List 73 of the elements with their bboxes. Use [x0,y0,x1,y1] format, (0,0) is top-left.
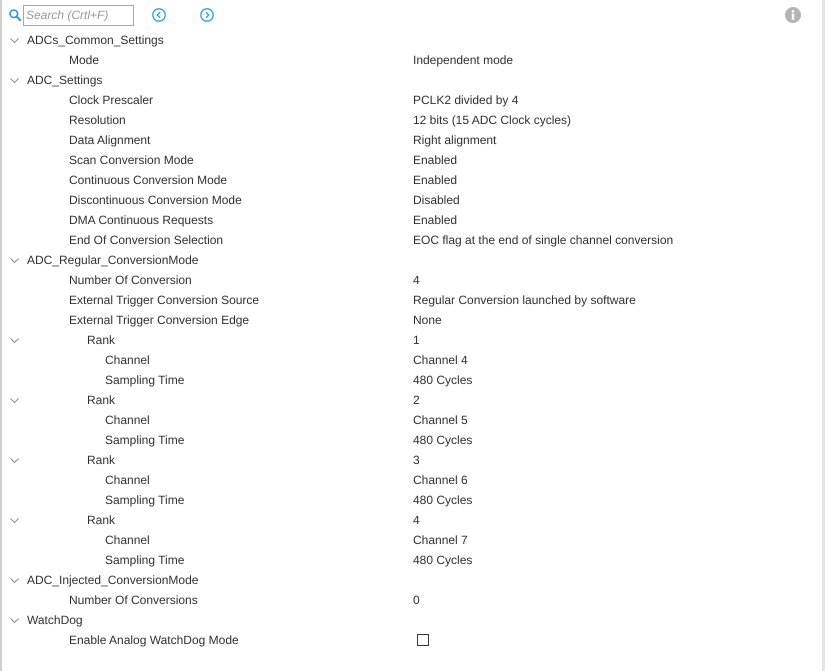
property-name: Clock Prescaler [69,92,154,108]
property-name: Channel [105,532,150,548]
chevron-down-icon[interactable] [10,398,19,402]
property-name: Scan Conversion Mode [69,152,194,168]
chevron-down-icon[interactable] [10,38,19,42]
property-value[interactable]: Channel 4 [413,352,468,368]
group-label: ADCs_Common_Settings [27,32,164,48]
property-value[interactable]: 4 [413,512,420,528]
chevron-down-icon[interactable] [10,518,19,522]
property-name: Sampling Time [105,492,184,508]
chevron-down-icon[interactable] [10,458,19,462]
property-name: Continuous Conversion Mode [69,172,228,188]
property-value[interactable]: Enabled [413,172,458,188]
property-name: External Trigger Conversion Source [69,292,260,308]
property-value[interactable]: 480 Cycles [413,552,472,568]
property-value[interactable]: Enabled [413,152,458,168]
property-name: End Of Conversion Selection [69,232,224,248]
next-button[interactable] [199,7,215,23]
property-name: Number Of Conversions [69,592,198,608]
property-value[interactable]: 480 Cycles [413,492,472,508]
property-name: Rank [87,512,116,528]
info-icon[interactable] [785,7,801,23]
property-name: Rank [87,452,116,468]
property-name: Rank [87,332,116,348]
circle-chevron-left-icon [152,8,166,22]
property-name: Channel [105,412,150,428]
property-value[interactable]: Right alignment [413,132,496,148]
search-field[interactable]: Search (Crtl+F) [23,4,134,26]
property-name: Data Alignment [69,132,150,148]
property-value[interactable]: 2 [413,392,420,408]
property-name: Channel [105,472,150,488]
chevron-down-icon[interactable] [10,338,19,342]
property-name: Number Of Conversion [69,272,192,288]
chevron-down-icon[interactable] [10,78,19,82]
property-value[interactable]: 480 Cycles [413,432,472,448]
circle-chevron-right-icon [200,8,214,22]
property-name: Sampling Time [105,432,184,448]
property-value[interactable]: Channel 6 [413,472,468,488]
group-label: ADC_Injected_ConversionMode [27,572,198,588]
property-name: Channel [105,352,150,368]
property-value[interactable]: 12 bits (15 ADC Clock cycles) [413,112,572,128]
property-name: Rank [87,392,116,408]
chevron-down-icon[interactable] [10,578,19,582]
property-name: DMA Continuous Requests [69,212,214,228]
group-label: ADC_Settings [27,72,102,88]
property-name: Mode [69,52,100,68]
property-value[interactable]: 1 [413,332,420,348]
previous-button[interactable] [151,7,167,23]
search-icon [9,9,21,21]
property-value[interactable]: Enabled [413,212,458,228]
property-value[interactable]: Disabled [413,192,460,208]
group-label: WatchDog [27,612,83,628]
property-name: External Trigger Conversion Edge [69,312,250,328]
property-value[interactable]: 4 [413,272,420,288]
property-value[interactable]: 3 [413,452,420,468]
property-value[interactable]: Channel 5 [413,412,468,428]
property-value[interactable]: PCLK2 divided by 4 [413,92,518,108]
property-name: Sampling Time [105,552,184,568]
property-name: Enable Analog WatchDog Mode [69,632,239,648]
group-label: ADC_Regular_ConversionMode [27,252,198,268]
property-value[interactable]: Regular Conversion launched by software [413,292,636,308]
property-value[interactable]: Independent mode [413,52,514,68]
property-name: Resolution [69,112,126,128]
property-name: Discontinuous Conversion Mode [69,192,242,208]
property-value[interactable]: None [413,312,442,328]
chevron-down-icon[interactable] [10,258,19,262]
property-value[interactable]: 0 [413,592,420,608]
property-value[interactable]: Channel 7 [413,532,468,548]
checkbox[interactable] [417,634,429,646]
property-value[interactable]: EOC flag at the end of single channel conversion [413,232,674,248]
property-name: Sampling Time [105,372,184,388]
property-value[interactable]: 480 Cycles [413,372,472,388]
chevron-down-icon[interactable] [10,618,19,622]
